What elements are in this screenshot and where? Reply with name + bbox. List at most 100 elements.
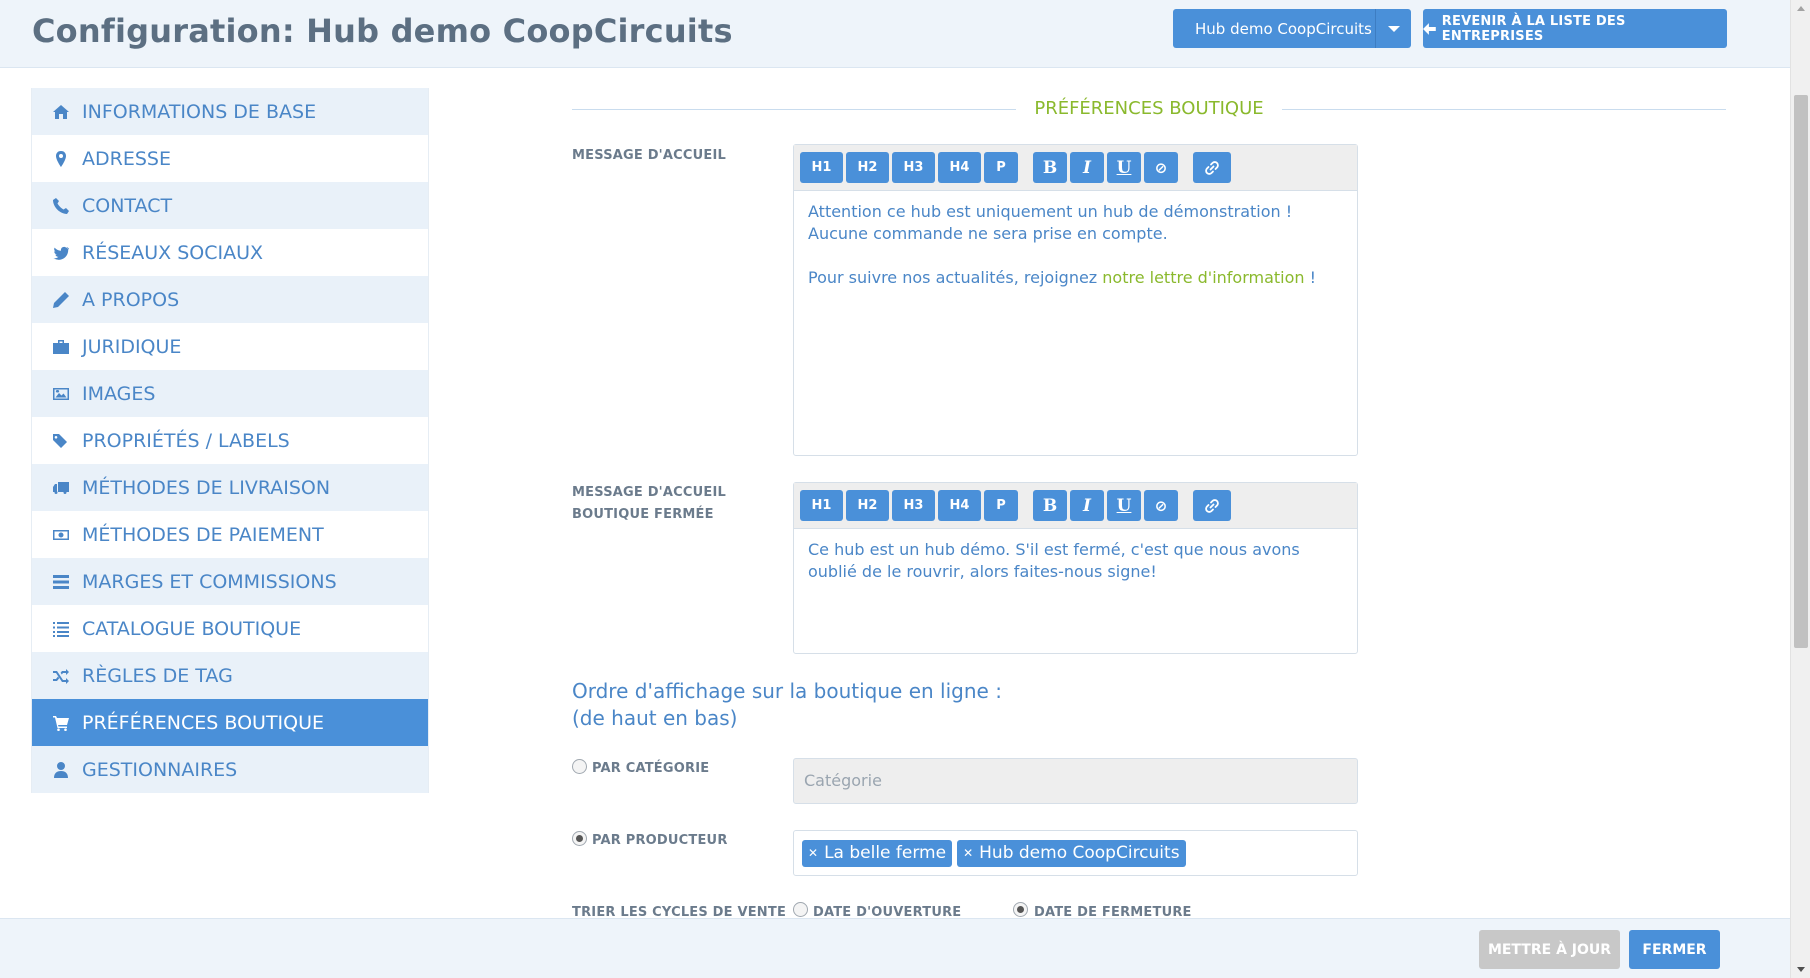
- sidebar-item-catalogue[interactable]: CATALOGUE BOUTIQUE: [31, 605, 429, 652]
- closed-message-editor: H1 H2 H3 H4 P B I U ⊘ Ce hub est un hub …: [793, 482, 1358, 654]
- sidebar-item-label: GESTIONNAIRES: [82, 758, 238, 781]
- welcome-message-label: MESSAGE D'ACCUEIL: [572, 148, 726, 163]
- sidebar-item-label: RÈGLES DE TAG: [82, 664, 233, 687]
- opening-date-radio[interactable]: [793, 902, 808, 917]
- briefcase-icon: [50, 337, 72, 357]
- editor-toolbar: H1 H2 H3 H4 P B I U ⊘: [794, 145, 1357, 191]
- twitter-icon: [50, 243, 72, 263]
- closed-message-content[interactable]: Ce hub est un hub démo. S'il est fermé, …: [794, 529, 1357, 593]
- tasks-icon: [50, 572, 72, 592]
- sidebar-item-label: RÉSEAUX SOCIAUX: [82, 241, 264, 264]
- welcome-message-content[interactable]: Attention ce hub est uniquement un hub d…: [794, 191, 1357, 299]
- list-icon: [50, 619, 72, 639]
- back-to-list-label: REVENIR À LA LISTE DES ENTREPRISES: [1441, 13, 1626, 44]
- sidebar-item-proprietes[interactable]: PROPRIÉTÉS / LABELS: [31, 417, 429, 464]
- producer-order-input[interactable]: ✕ La belle ferme ✕ Hub demo CoopCircuits: [793, 830, 1358, 876]
- sidebar-item-regles-tag[interactable]: RÈGLES DE TAG: [31, 652, 429, 699]
- sidebar-item-label: CONTACT: [82, 194, 173, 217]
- scroll-thumb[interactable]: [1794, 95, 1808, 648]
- sidebar-item-gestionnaires[interactable]: GESTIONNAIRES: [31, 746, 429, 793]
- pencil-icon: [50, 290, 72, 310]
- welcome-paragraph-1: Attention ce hub est uniquement un hub d…: [808, 202, 1293, 243]
- h1-button[interactable]: H1: [800, 152, 843, 183]
- closed-message-text: Ce hub est un hub démo. S'il est fermé, …: [808, 540, 1300, 581]
- italic-button[interactable]: I: [1070, 490, 1104, 521]
- by-category-label: PAR CATÉGORIE: [592, 761, 710, 776]
- shopping-cart-icon: [50, 713, 72, 733]
- bold-button[interactable]: B: [1033, 490, 1067, 521]
- sidebar-nav: INFORMATIONS DE BASE ADRESSE CONTACT RÉS…: [31, 88, 429, 793]
- random-icon: [50, 666, 72, 686]
- italic-button[interactable]: I: [1070, 152, 1104, 183]
- back-to-list-button[interactable]: REVENIR À LA LISTE DES ENTREPRISES: [1423, 9, 1727, 48]
- vertical-scrollbar[interactable]: [1790, 0, 1810, 978]
- sidebar-item-marges[interactable]: MARGES ET COMMISSIONS: [31, 558, 429, 605]
- sidebar-item-preferences[interactable]: PRÉFÉRENCES BOUTIQUE: [31, 699, 429, 746]
- sidebar-item-reseaux[interactable]: RÉSEAUX SOCIAUX: [31, 229, 429, 276]
- h4-button[interactable]: H4: [938, 490, 981, 521]
- image-icon: [50, 384, 72, 404]
- truck-icon: [50, 478, 72, 498]
- scroll-down-icon[interactable]: [1797, 967, 1805, 972]
- sidebar-item-livraison[interactable]: MÉTHODES DE LIVRAISON: [31, 464, 429, 511]
- caret-down-icon[interactable]: [1375, 9, 1411, 48]
- remove-tag-icon[interactable]: ✕: [808, 846, 818, 860]
- link-button[interactable]: [1193, 490, 1231, 521]
- editor-toolbar: H1 H2 H3 H4 P B I U ⊘: [794, 483, 1357, 529]
- sidebar-item-label: JURIDIQUE: [82, 335, 182, 358]
- h4-button[interactable]: H4: [938, 152, 981, 183]
- map-marker-icon: [50, 149, 72, 169]
- sidebar-item-juridique[interactable]: JURIDIQUE: [31, 323, 429, 370]
- h2-button[interactable]: H2: [846, 152, 889, 183]
- hub-select-dropdown[interactable]: Hub demo CoopCircuits: [1173, 9, 1411, 48]
- sidebar-item-contact[interactable]: CONTACT: [31, 182, 429, 229]
- sidebar-item-label: MÉTHODES DE PAIEMENT: [82, 523, 324, 546]
- page-header: Configuration: Hub demo CoopCircuits Hub…: [0, 0, 1790, 68]
- h1-button[interactable]: H1: [800, 490, 843, 521]
- phone-icon: [50, 196, 72, 216]
- remove-tag-icon[interactable]: ✕: [963, 846, 973, 860]
- sidebar-item-paiement[interactable]: MÉTHODES DE PAIEMENT: [31, 511, 429, 558]
- newsletter-link[interactable]: notre lettre d'information: [1102, 268, 1304, 287]
- section-title: PRÉFÉRENCES BOUTIQUE: [572, 96, 1726, 124]
- tags-icon: [50, 431, 72, 451]
- closing-date-radio[interactable]: [1013, 902, 1028, 917]
- by-category-radio[interactable]: [572, 759, 587, 774]
- sidebar-item-informations[interactable]: INFORMATIONS DE BASE: [31, 88, 429, 135]
- sidebar-item-label: MARGES ET COMMISSIONS: [82, 570, 337, 593]
- clear-format-button[interactable]: ⊘: [1144, 152, 1178, 183]
- by-producer-radio[interactable]: [572, 831, 587, 846]
- welcome-message-editor: H1 H2 H3 H4 P B I U ⊘ Attention ce hub e…: [793, 144, 1358, 456]
- scroll-up-icon[interactable]: [1797, 6, 1805, 11]
- welcome-paragraph-2: Pour suivre nos actualités, rejoignez no…: [808, 268, 1317, 287]
- sidebar-item-label: MÉTHODES DE LIVRAISON: [82, 476, 331, 499]
- bold-button[interactable]: B: [1033, 152, 1067, 183]
- by-producer-label: PAR PRODUCTEUR: [592, 833, 728, 848]
- paragraph-button[interactable]: P: [984, 490, 1018, 521]
- page-footer: METTRE À JOUR FERMER: [0, 918, 1790, 978]
- home-icon: [50, 102, 72, 122]
- sidebar-item-images[interactable]: IMAGES: [31, 370, 429, 417]
- sidebar-item-adresse[interactable]: ADRESSE: [31, 135, 429, 182]
- producer-tag[interactable]: ✕ Hub demo CoopCircuits: [957, 839, 1186, 867]
- page-title: Configuration: Hub demo CoopCircuits: [32, 12, 733, 50]
- closed-message-label: MESSAGE D'ACCUEIL BOUTIQUE FERMÉE: [572, 485, 726, 522]
- h3-button[interactable]: H3: [892, 490, 935, 521]
- sidebar-item-label: PROPRIÉTÉS / LABELS: [82, 429, 290, 452]
- sidebar-item-label: A PROPOS: [82, 288, 180, 311]
- h2-button[interactable]: H2: [846, 490, 889, 521]
- h3-button[interactable]: H3: [892, 152, 935, 183]
- sidebar-item-label: PRÉFÉRENCES BOUTIQUE: [82, 711, 325, 734]
- producer-tag[interactable]: ✕ La belle ferme: [802, 839, 953, 867]
- close-button[interactable]: FERMER: [1629, 930, 1720, 969]
- update-button[interactable]: METTRE À JOUR: [1479, 930, 1620, 969]
- sidebar-item-label: CATALOGUE BOUTIQUE: [82, 617, 302, 640]
- sidebar-item-apropos[interactable]: A PROPOS: [31, 276, 429, 323]
- underline-button[interactable]: U: [1107, 490, 1141, 521]
- paragraph-button[interactable]: P: [984, 152, 1018, 183]
- clear-format-button[interactable]: ⊘: [1144, 490, 1178, 521]
- category-input[interactable]: Catégorie: [793, 758, 1358, 804]
- link-button[interactable]: [1193, 152, 1231, 183]
- sidebar-item-label: ADRESSE: [82, 147, 171, 170]
- underline-button[interactable]: U: [1107, 152, 1141, 183]
